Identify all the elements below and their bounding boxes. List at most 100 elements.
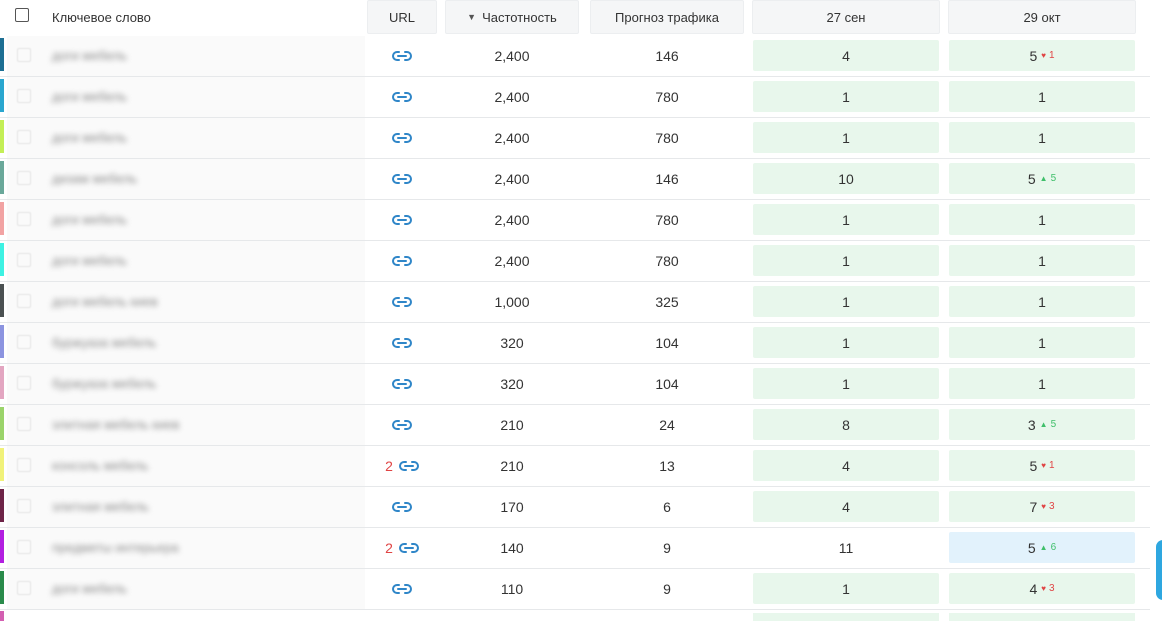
link-icon[interactable] [392,214,412,226]
url-cell[interactable] [367,487,437,527]
table-row[interactable]: предметы интерьера 2 140 9 11 5 ▲ 6 [0,528,1150,569]
table-row[interactable]: доги мебель 2,400 780 1 1 [0,118,1150,159]
position-cell-date1[interactable]: 1 [753,327,939,358]
position-cell-date2[interactable]: 5 ▲ 5 [949,163,1135,194]
position-cell-date2[interactable]: 1 [949,245,1135,276]
position-cell-date2[interactable]: 1 [949,204,1135,235]
row-checkbox[interactable] [17,499,31,513]
scroll-handle[interactable] [1156,540,1162,600]
position-cell-date2[interactable]: 1 [949,286,1135,317]
position-cell-date1[interactable]: 4 [753,491,939,522]
position-cell-date2[interactable]: 3 ▲ 5 [949,409,1135,440]
url-cell[interactable] [367,405,437,445]
keyword-text[interactable]: доги мебель [52,581,127,596]
position-cell-date1[interactable]: 1 [753,81,939,112]
position-cell-date2[interactable]: 1 [949,122,1135,153]
table-row[interactable]: элитная мебель 170 6 4 7 ♥ 3 [0,487,1150,528]
position-cell-date1[interactable]: 1 [753,122,939,153]
keyword-column-header[interactable]: Ключевое слово [0,0,365,34]
table-row[interactable]: буржуаза мебель 320 104 1 1 [0,364,1150,405]
keyword-text[interactable]: доги мебель [52,48,127,63]
table-row[interactable]: доги мебель 2,400 780 1 1 [0,77,1150,118]
row-checkbox[interactable] [17,294,31,308]
position-cell-date2[interactable]: 1 [949,368,1135,399]
position-cell-date1[interactable]: 11 [753,532,939,563]
link-icon[interactable] [398,542,419,554]
table-row[interactable]: доги мебель киев 1,000 325 1 1 [0,282,1150,323]
keyword-text[interactable]: доги мебель [52,89,127,104]
keyword-text[interactable]: элитная мебель киев [52,417,179,432]
position-cell-date1[interactable]: 4 [753,450,939,481]
link-icon[interactable] [392,337,412,349]
link-icon[interactable] [392,296,412,308]
url-cell[interactable] [367,77,437,117]
link-icon[interactable] [392,173,412,185]
link-icon[interactable] [398,460,419,472]
row-checkbox[interactable] [17,540,31,554]
keyword-text[interactable]: доги мебель [52,130,127,145]
position-cell-date1[interactable]: 1 [753,204,939,235]
position-cell-date2[interactable]: 5 ♥ 1 [949,40,1135,71]
position-cell-date1[interactable]: 1 [753,573,939,604]
table-row[interactable]: дизам мебель 2,400 146 10 5 ▲ 5 [0,159,1150,200]
row-checkbox[interactable] [17,89,31,103]
url-count[interactable]: 2 [385,540,393,556]
link-icon[interactable] [392,378,412,390]
keyword-text[interactable]: буржуаза мебель [52,335,156,350]
row-checkbox[interactable] [17,335,31,349]
url-column-header[interactable]: URL [367,0,437,34]
row-checkbox[interactable] [17,581,31,595]
url-cell[interactable] [367,118,437,158]
keyword-text[interactable]: предметы интерьера [52,540,179,555]
link-icon[interactable] [392,132,412,144]
link-icon[interactable] [392,91,412,103]
url-cell[interactable] [367,282,437,322]
url-cell[interactable] [367,241,437,281]
date2-column-header[interactable]: 29 окт [948,0,1136,34]
position-cell-date1[interactable]: 10 [753,163,939,194]
table-row[interactable]: доги мебель 2,400 780 1 1 [0,200,1150,241]
keyword-text[interactable]: буржуаза мебель [52,376,156,391]
url-cell[interactable] [367,569,437,609]
row-checkbox[interactable] [17,212,31,226]
table-row[interactable]: элитная мебель киев 210 24 8 3 ▲ 5 [0,405,1150,446]
keyword-text[interactable]: консоль мебель [52,458,148,473]
position-cell-date2[interactable]: 4 ♥ 3 [949,573,1135,604]
url-cell[interactable] [367,323,437,363]
select-all-checkbox[interactable] [15,8,29,22]
link-icon[interactable] [392,583,412,595]
position-cell-date1[interactable]: 1 [753,245,939,276]
row-checkbox[interactable] [17,458,31,472]
position-cell-date1[interactable]: 8 [753,409,939,440]
table-row[interactable]: доги мебель 110 9 1 4 ♥ 3 [0,569,1150,610]
traffic-column-header[interactable]: Прогноз трафика [590,0,744,34]
keyword-text[interactable]: доги мебель [52,253,127,268]
table-row[interactable]: доги мебель 2,400 146 4 5 ♥ 1 [0,36,1150,77]
table-row[interactable]: доги мебель 2,400 780 1 1 [0,241,1150,282]
keyword-text[interactable]: доги мебель киев [52,294,158,309]
keyword-text[interactable]: доги мебель [52,212,127,227]
position-cell-date1[interactable]: 4 [753,40,939,71]
url-cell[interactable]: 2 [367,446,437,486]
position-cell-date2[interactable]: 1 [949,81,1135,112]
row-checkbox[interactable] [17,376,31,390]
position-cell-date1[interactable]: 1 [753,286,939,317]
row-checkbox[interactable] [17,48,31,62]
table-row[interactable]: буржуаза мебель 320 104 1 1 [0,323,1150,364]
keyword-text[interactable]: элитная мебель [52,499,149,514]
position-cell-date2[interactable]: 5 ♥ 1 [949,450,1135,481]
position-cell-date2[interactable]: 5 ▲ 6 [949,532,1135,563]
link-icon[interactable] [392,501,412,513]
position-cell-date2[interactable]: 7 ♥ 3 [949,491,1135,522]
url-count[interactable]: 2 [385,458,393,474]
table-row[interactable]: консоль мебель 2 210 13 4 5 ♥ 1 [0,446,1150,487]
date1-column-header[interactable]: 27 сен [752,0,940,34]
url-cell[interactable] [367,364,437,404]
frequency-column-header[interactable]: ▼ Частотность [445,0,579,34]
link-icon[interactable] [392,50,412,62]
position-cell-date2[interactable]: 1 [949,327,1135,358]
url-cell[interactable] [367,200,437,240]
keyword-text[interactable]: дизам мебель [52,171,137,186]
url-cell[interactable]: 2 [367,528,437,568]
link-icon[interactable] [392,255,412,267]
